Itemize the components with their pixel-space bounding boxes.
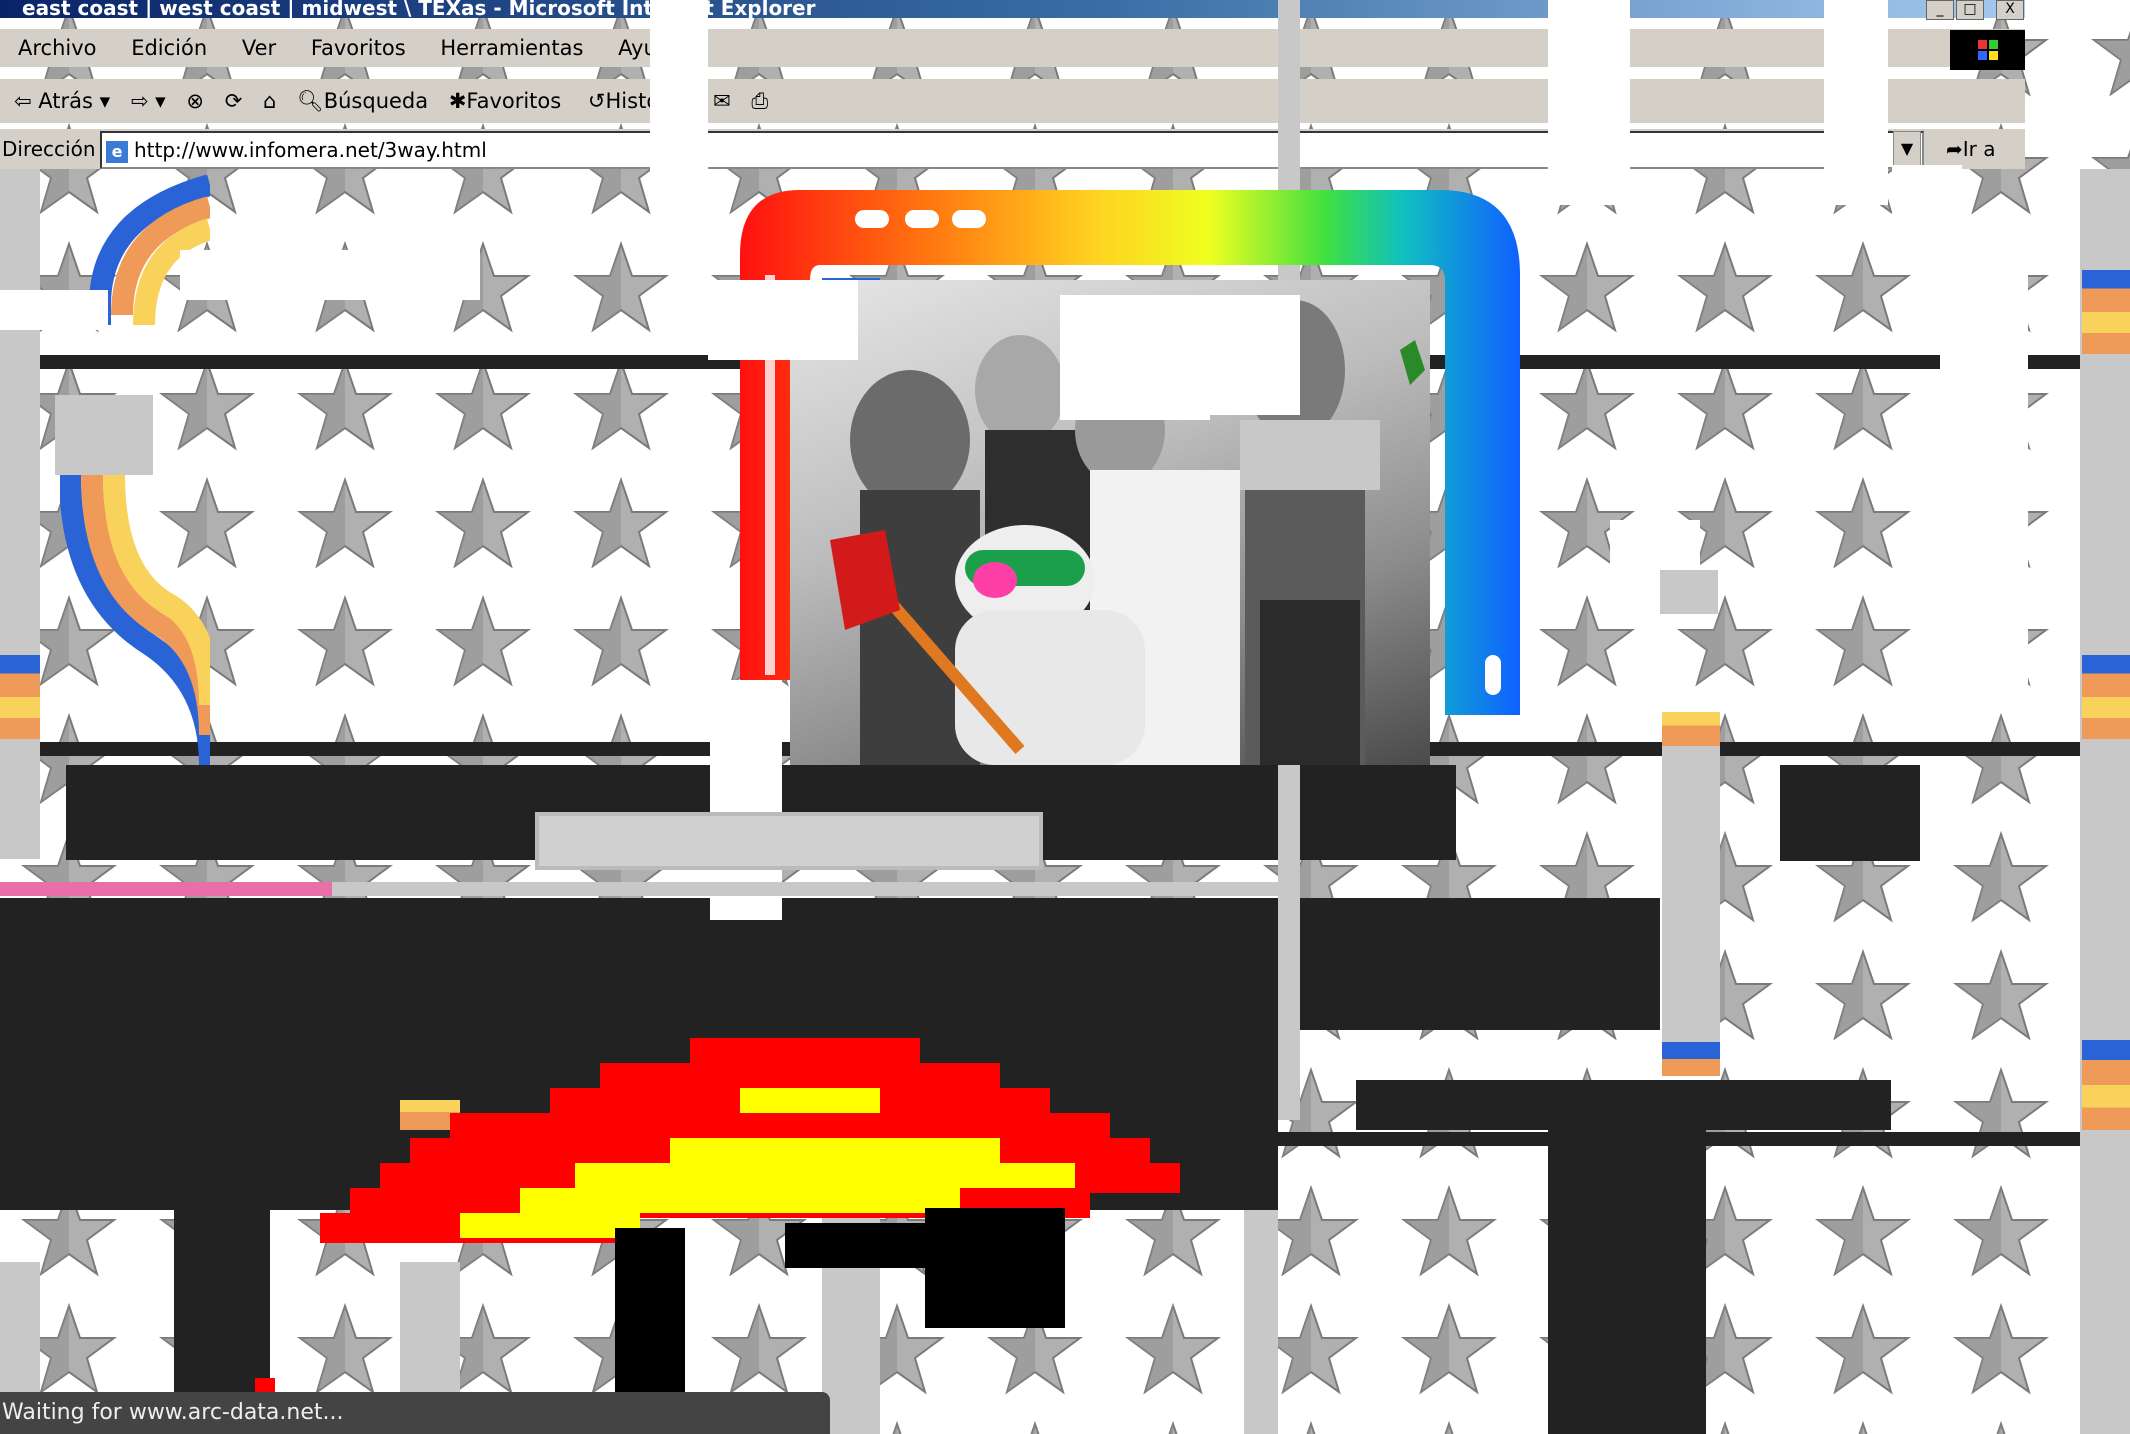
glitch-black-bar bbox=[0, 898, 1660, 1030]
windows-logo-icon bbox=[1950, 30, 2025, 70]
stop-icon[interactable]: ⊗ bbox=[186, 79, 204, 123]
glitch-gray-square bbox=[1660, 570, 1718, 614]
forward-button[interactable]: ⇨ ▾ bbox=[131, 79, 166, 123]
glitch-black-bar bbox=[1780, 765, 1920, 861]
rainbow-stripe bbox=[1662, 712, 1720, 746]
glitch-gray-pillar bbox=[2080, 169, 2130, 1434]
favorites-button[interactable]: ✱Favoritos bbox=[449, 79, 561, 123]
menu-edicion[interactable]: Edición bbox=[131, 29, 207, 67]
minimize-button[interactable]: _ bbox=[1926, 0, 1954, 20]
rainbow-stripe bbox=[2082, 1040, 2130, 1130]
loading-progress-track bbox=[0, 882, 1278, 896]
address-dropdown-button[interactable]: ▼ bbox=[1893, 131, 1921, 167]
status-text: Waiting for www.arc-data.net... bbox=[2, 1400, 344, 1425]
rainbow-stripe bbox=[2082, 655, 2130, 739]
back-arrow-icon: ⇦ bbox=[14, 89, 32, 113]
status-bar: Waiting for www.arc-data.net... bbox=[0, 1392, 830, 1434]
history-icon: ↺ bbox=[587, 89, 606, 113]
glitch-black-bar bbox=[1548, 1130, 1706, 1434]
menu-bar: Archivo Edición Ver Favoritos Herramient… bbox=[0, 29, 2025, 67]
window-title-bar: east coast | west coast | midwest \ TEXa… bbox=[0, 0, 2025, 18]
go-arrow-icon: ➦ bbox=[1946, 137, 1963, 161]
glitch-gray-pillar bbox=[0, 169, 40, 859]
mail-icon[interactable]: ✉ bbox=[713, 79, 731, 123]
refresh-icon[interactable]: ⟳ bbox=[225, 79, 243, 123]
maximize-button[interactable]: □ bbox=[1956, 0, 1984, 20]
glitch-gray-pillar bbox=[1662, 712, 1720, 1042]
rainbow-stripe bbox=[0, 655, 40, 739]
address-url: http://www.infomera.net/3way.html bbox=[134, 138, 487, 162]
favorites-icon: ✱ bbox=[448, 89, 467, 113]
glitch-gray-square bbox=[55, 395, 153, 475]
glitch-white-block bbox=[650, 0, 708, 200]
menu-ver[interactable]: Ver bbox=[242, 29, 276, 67]
glitch-white-block bbox=[708, 280, 858, 360]
glitch-white-block bbox=[1940, 230, 2028, 710]
glitch-thin-line bbox=[1278, 1132, 2130, 1146]
search-icon: 🔍︎ bbox=[297, 89, 324, 113]
back-button[interactable]: ⇦ Atrás ▾ bbox=[14, 79, 110, 123]
menu-herramientas[interactable]: Herramientas bbox=[440, 29, 583, 67]
glitch-white-block bbox=[0, 290, 108, 330]
rainbow-stripe bbox=[2082, 270, 2130, 354]
loading-progress-fill bbox=[0, 882, 333, 896]
menu-archivo[interactable]: Archivo bbox=[18, 29, 97, 67]
search-button[interactable]: 🔍︎Búsqueda bbox=[297, 79, 428, 123]
forward-arrow-icon: ⇨ bbox=[130, 89, 149, 113]
address-label: Dirección bbox=[2, 137, 96, 161]
glitch-white-block bbox=[1060, 295, 1210, 420]
menu-favoritos[interactable]: Favoritos bbox=[311, 29, 406, 67]
go-button[interactable]: ➦Ir a bbox=[1946, 129, 2006, 169]
address-input[interactable]: e http://www.infomera.net/3way.html bbox=[100, 131, 1924, 169]
glitch-black-bar bbox=[1356, 1080, 1891, 1130]
glitch-white-block bbox=[1210, 295, 1300, 415]
rainbow-stripe bbox=[1662, 1042, 1720, 1076]
glitch-white-block bbox=[1824, 0, 1888, 205]
standard-toolbar: ⇦ Atrás ▾ ⇨ ▾ ⊗ ⟳ ⌂ 🔍︎Búsqueda ✱Favorito… bbox=[0, 79, 2025, 123]
ie-page-icon: e bbox=[106, 140, 128, 163]
glitch-white-block bbox=[1548, 0, 1630, 205]
glitch-white-block bbox=[1892, 165, 1962, 235]
glitch-white-block bbox=[180, 250, 480, 300]
home-icon[interactable]: ⌂ bbox=[263, 79, 276, 123]
print-icon[interactable]: ⎙ bbox=[751, 79, 768, 123]
pixel-rainbow-arc bbox=[255, 1038, 1180, 1434]
glitch-gray-panel bbox=[535, 812, 1043, 870]
close-button[interactable]: X bbox=[1996, 0, 2024, 20]
glitch-gray-square bbox=[1240, 420, 1380, 490]
